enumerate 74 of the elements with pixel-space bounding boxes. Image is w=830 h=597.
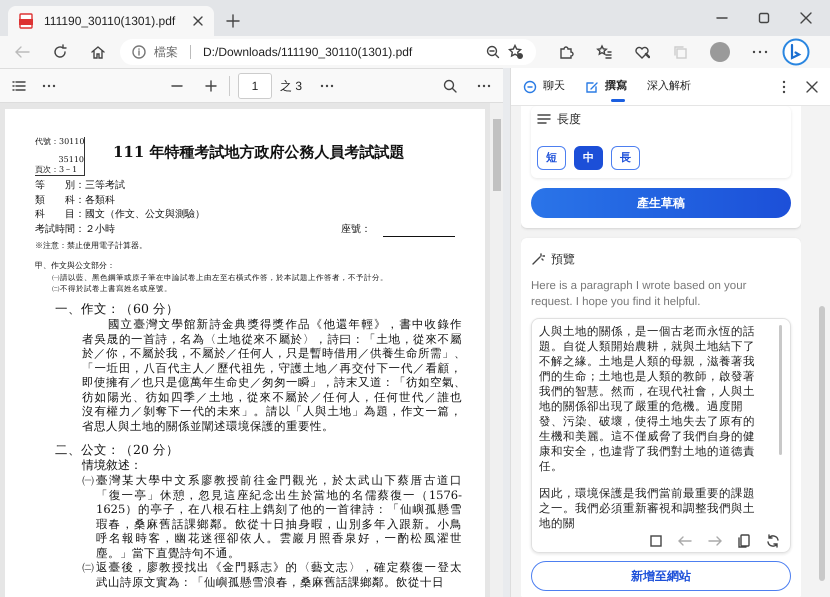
- tab-title: 111190_30110(1301).pdf: [44, 13, 176, 30]
- length-option[interactable]: 短: [537, 146, 566, 170]
- item-marker: ㈠: [82, 473, 95, 489]
- page-count: 之 3: [280, 78, 302, 94]
- note-text: ※注意：禁止使用電子計算器。: [35, 240, 148, 252]
- sidebar-tab[interactable]: 聊天: [523, 68, 565, 106]
- close-icon[interactable]: [192, 15, 204, 27]
- preview-title: 預覽: [551, 251, 575, 268]
- seat-label: 座號：: [341, 222, 371, 236]
- search-icon[interactable]: [443, 78, 457, 92]
- scrollbar[interactable]: [819, 306, 825, 581]
- info-line: 考試時間：２小時: [35, 222, 115, 236]
- address-url: D:/Downloads/111190_30110(1301).pdf: [203, 44, 414, 61]
- home-icon[interactable]: [90, 44, 106, 60]
- length-option[interactable]: 長: [611, 146, 640, 170]
- info-icon: [132, 45, 146, 59]
- scrollbar[interactable]: [779, 325, 782, 455]
- add-to-site-button[interactable]: 新增至網站: [531, 561, 791, 591]
- text-lines-icon: [537, 114, 551, 124]
- favorites-icon[interactable]: [596, 44, 612, 60]
- puzzle-icon[interactable]: [558, 44, 574, 60]
- back-arrow-icon: [14, 45, 30, 59]
- preview-intro: Here is a paragraph I wrote based on your request. I hope you find it helpful.: [531, 279, 748, 310]
- more-icon[interactable]: [320, 84, 334, 88]
- item-marker: ㈡: [82, 560, 95, 576]
- browser-tab[interactable]: 111190_30110(1301).pdf: [8, 6, 214, 36]
- code-line: 代號：30110: [35, 137, 84, 147]
- forward-arrow-icon: [708, 535, 722, 547]
- length-label: 長度: [557, 111, 581, 128]
- draft-paragraph: 因此，環境保護是我們當前最重要的課題之一。我們必須重新審視和調整我們與土地的關: [539, 487, 756, 532]
- code-line: 35110: [58, 155, 84, 165]
- exam-title: 111 年特種考試地方政府公務人員考試試題: [113, 142, 405, 163]
- code-line: 頁次：3－1: [35, 165, 78, 175]
- part-heading: 甲、作文與公文部分：: [35, 260, 116, 272]
- more-icon[interactable]: [477, 84, 491, 88]
- section-heading: 一、作文：（60 分）: [55, 300, 180, 317]
- draft-paragraph: 人與土地的關係，是一個古老而永恆的話題。自從人類開始農耕，就與土地結下了不解之緣。土地是人類的母親，滋養著我們的生命；土地也是人類的教師，啟發著我們的智慧。然而，在現代社會，人與土地的關係卻出現了嚴重的危機。過度開發、污染、破壞，使得土地失去了原有的生機和美麗。這不僅威脅了我們自身的健康和安全，也違背了我們對土地的道德責任。: [539, 325, 756, 475]
- info-line: 科 目：國文（作文、公文與測驗）: [35, 208, 206, 222]
- maximize-icon[interactable]: [758, 12, 770, 24]
- copy-icon: [672, 44, 688, 60]
- page-number-field[interactable]: 1: [238, 72, 272, 98]
- back-arrow-icon: [678, 535, 692, 547]
- generate-draft-button[interactable]: 產生草稿: [531, 188, 791, 218]
- more-icon[interactable]: [752, 50, 768, 54]
- close-icon[interactable]: [800, 12, 812, 24]
- paragraph: 臺灣某大學中文系廖教授前往金門觀光，於太武山下蔡厝古道口 「復一亭」休憩，忽見這座紀念出生於當地的名儒蔡復一（1576- 1625）的亭子，在八根石柱上鐫刻了他的一首律詩：「仙嶼孤懸雪 瑕春，桑麻舊話課鄉鄰。飲從十日抽身暇，山別多年入跟新。小鳥 呼名報時客，幽花迷徑卻依人。雲巖月照香泉好，一酌松風濯世 塵。」當下直覺詩句不通。: [96, 473, 462, 560]
- section-heading: 二、公文：（20 分）: [55, 441, 180, 458]
- favorite-add-icon[interactable]: [508, 44, 524, 60]
- contents-icon[interactable]: [12, 80, 26, 92]
- info-line: 類 科：各類科: [35, 194, 116, 208]
- chat-logo-icon[interactable]: [782, 38, 810, 66]
- scrollbar[interactable]: [490, 103, 503, 597]
- section-subheading: 情境敘述：: [82, 458, 143, 473]
- close-icon[interactable]: [806, 80, 818, 92]
- address-bar[interactable]: 檔案 D:/Downloads/111190_30110(1301).pdf: [120, 39, 536, 65]
- more-icon[interactable]: [42, 84, 56, 88]
- new-tab-icon[interactable]: [226, 14, 240, 28]
- length-option[interactable]: 中: [574, 146, 603, 170]
- square-icon[interactable]: [650, 535, 662, 547]
- magic-wand-icon: [531, 252, 545, 266]
- zoom-out-icon[interactable]: [486, 45, 500, 59]
- more-icon[interactable]: [782, 80, 786, 94]
- zoom-in-icon[interactable]: [205, 80, 217, 92]
- pdf-file-icon: [18, 13, 34, 29]
- info-line: 等 別：三等考試: [35, 179, 126, 193]
- sidebar-tab[interactable]: 深入解析: [647, 68, 691, 106]
- refresh-icon[interactable]: [766, 534, 780, 548]
- paragraph: 國立臺灣文學館新詩金典獎得獎作品《他還年輕》，書中收錄作 者吳晟的一首詩，名為〈土地從來不屬於〉，詩曰：「土地，從來不屬 於／你，不屬於我，不屬於／任何人，只是暫時借用／供養生命所需」、 「一坵田，八百代主人／歷代祖先，守護土地／再交付下一代／看顧， 即使擁有／也只是億萬年生命史／匆匆一瞬」，詩末又道：「彷如空氣、 彷如陽光、彷如四季／土地，從來不屬於／任何人，任何世代／誰也 沒有權力／剝奪下一代的未來」。請以「人與土地」為題，作文一篇， 省思人與土地的關係並闡述環境保護的重要性。: [82, 317, 462, 433]
- copy-icon[interactable]: [738, 534, 750, 548]
- sidebar-tab[interactable]: 撰寫: [585, 68, 627, 106]
- refresh-icon[interactable]: [52, 44, 68, 60]
- avatar[interactable]: [710, 42, 730, 62]
- address-label: 檔案: [154, 44, 178, 61]
- paragraph: 返臺後，廖教授找出《金門縣志》的〈藝文志〉，確定蔡復一登太 武山詩原文實為：「仙嶼孤懸雪浪春，桑麻舊話課鄉鄰。飲從十日: [96, 560, 462, 589]
